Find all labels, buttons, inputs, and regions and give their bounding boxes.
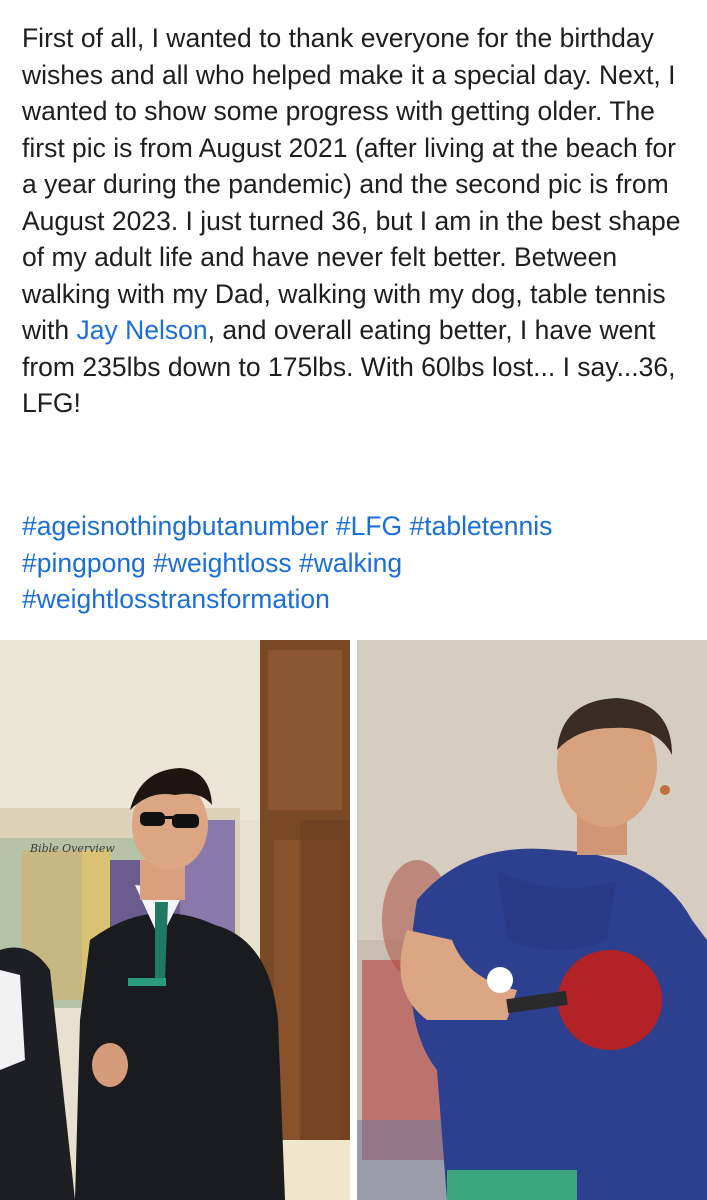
post-body: First of all, I wanted to thank everyone… bbox=[22, 20, 692, 422]
photo-grid: Bible Overview bbox=[0, 640, 707, 1200]
sign-text: Bible Overview bbox=[29, 842, 115, 855]
hashtag-link[interactable]: #weightloss bbox=[153, 548, 291, 578]
mention-link[interactable]: Jay Nelson bbox=[77, 315, 208, 345]
hashtag-link[interactable]: #pingpong bbox=[22, 548, 146, 578]
hashtag-link[interactable]: #ageisnothingbutanumber bbox=[22, 511, 328, 541]
hashtag-link[interactable]: #walking bbox=[299, 548, 402, 578]
hashtag-link[interactable]: #weightlosstransformation bbox=[22, 584, 330, 614]
before-photo[interactable]: Bible Overview bbox=[0, 640, 350, 1200]
hashtags: #ageisnothingbutanumber #LFG #tabletenni… bbox=[22, 508, 692, 618]
post-paragraph: First of all, I wanted to thank everyone… bbox=[22, 20, 692, 422]
after-photo-image bbox=[357, 640, 707, 1200]
hashtag-link[interactable]: #LFG bbox=[336, 511, 402, 541]
post: First of all, I wanted to thank everyone… bbox=[0, 0, 707, 1200]
post-text-before-mention: First of all, I wanted to thank everyone… bbox=[22, 23, 681, 345]
after-photo[interactable] bbox=[357, 640, 707, 1200]
hashtag-link[interactable]: #tabletennis bbox=[410, 511, 553, 541]
before-photo-image: Bible Overview bbox=[0, 640, 350, 1200]
